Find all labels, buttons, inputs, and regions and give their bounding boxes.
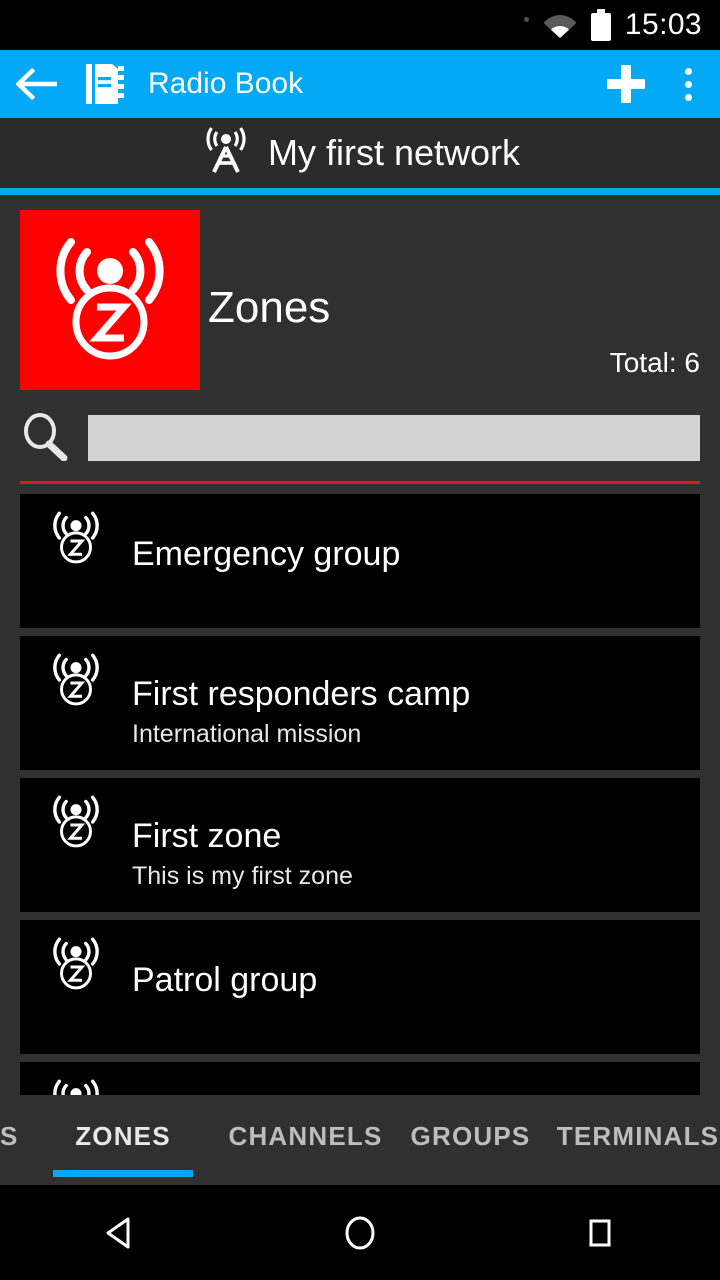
network-header[interactable]: My first network: [0, 118, 720, 188]
radio-tower-icon: [200, 125, 252, 182]
tab-partial-left[interactable]: S: [0, 1095, 28, 1185]
accent-divider: [0, 188, 720, 195]
page-title: Zones: [208, 283, 331, 332]
tab-terminals[interactable]: TERMINALS: [548, 1095, 720, 1185]
network-name: My first network: [267, 132, 521, 173]
list-item-subtitle: This is my first zone: [132, 862, 353, 891]
list-item-subtitle: International mission: [132, 720, 362, 749]
nav-recents-square-icon[interactable]: [540, 1185, 660, 1280]
search-row: [0, 405, 720, 465]
phone-screen: 15:03 Radio Book My first network Zones …: [0, 0, 720, 1280]
list-item[interactable]: First zone This is my first zone: [20, 778, 700, 912]
tab-label: CHANNELS: [228, 1121, 383, 1151]
battery-icon: [590, 9, 611, 41]
nav-home-circle-icon[interactable]: [300, 1185, 420, 1280]
status-time: 15:03: [624, 8, 702, 41]
tab-channels[interactable]: CHANNELS: [218, 1095, 393, 1185]
zone-radio-icon: [44, 1074, 108, 1095]
magnifier-icon[interactable]: [18, 413, 72, 462]
content-area: Zones Total: 6 Emergency group First res…: [0, 195, 720, 1095]
list-item[interactable]: Patrol group: [20, 920, 700, 1054]
status-notification-dot: [523, 16, 529, 22]
total-count-label: Total: 6: [609, 347, 700, 378]
tab-label: ZONES: [75, 1121, 171, 1151]
zones-hero: Zones Total: 6: [0, 195, 720, 405]
search-input[interactable]: [88, 415, 700, 461]
list-item-title: First zone: [132, 817, 282, 855]
app-bar: Radio Book: [0, 50, 720, 118]
tab-active-indicator: [53, 1170, 193, 1177]
back-arrow-icon[interactable]: [0, 67, 76, 101]
tab-label: S: [0, 1121, 19, 1151]
list-item[interactable]: [20, 1062, 700, 1095]
zone-radio-icon: [44, 790, 108, 854]
tab-bar: S ZONES CHANNELS GROUPS TERMINALS: [0, 1095, 720, 1185]
list-item[interactable]: First responders camp International miss…: [20, 636, 700, 770]
wifi-icon: [543, 12, 577, 38]
zone-radio-icon: [44, 506, 108, 570]
zone-radio-icon: [44, 932, 108, 996]
status-bar: 15:03: [0, 0, 720, 50]
list-item-title: First responders camp: [132, 675, 471, 713]
zones-tile-icon: [20, 210, 200, 390]
list-item-title: Patrol group: [132, 961, 318, 999]
app-bar-title: Radio Book: [148, 67, 304, 100]
nav-back-triangle-icon[interactable]: [60, 1185, 180, 1280]
plus-icon[interactable]: [588, 60, 664, 108]
tab-label: GROUPS: [410, 1121, 531, 1151]
radio-book-icon: [76, 62, 134, 106]
list-item[interactable]: Emergency group: [20, 494, 700, 628]
tab-label: TERMINALS: [556, 1121, 720, 1151]
zones-list: Emergency group First responders camp In…: [0, 494, 720, 1095]
tab-groups[interactable]: GROUPS: [393, 1095, 548, 1185]
zone-radio-icon: [44, 648, 108, 712]
search-divider: [20, 481, 700, 484]
list-item-title: Emergency group: [132, 535, 401, 573]
system-nav-bar: [0, 1185, 720, 1280]
tab-zones[interactable]: ZONES: [28, 1095, 218, 1185]
list-item-title: [132, 1076, 700, 1095]
overflow-menu-icon[interactable]: [664, 67, 712, 101]
